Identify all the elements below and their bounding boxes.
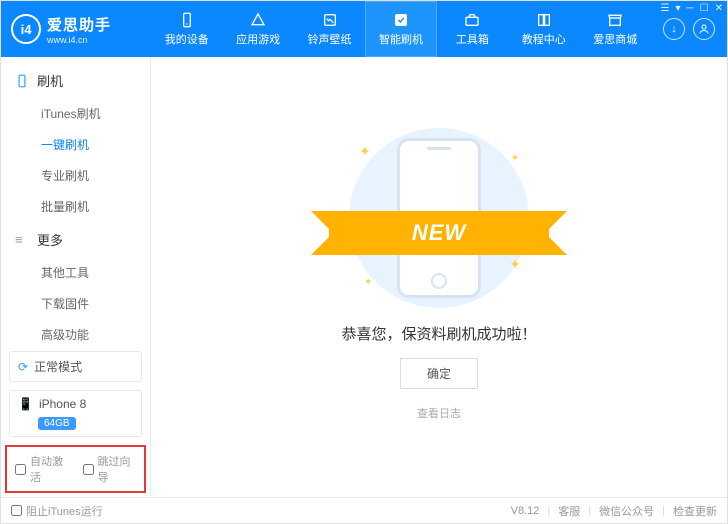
book-icon [535, 11, 553, 29]
auto-activate-checkbox[interactable]: 自动激活 [15, 453, 69, 485]
logo: i4 爱思助手 www.i4.cn [1, 1, 151, 57]
phone-icon [178, 11, 196, 29]
star-icon: ✦ [511, 153, 519, 164]
success-message: 恭喜您，保资料刷机成功啦！ [341, 323, 536, 344]
wechat-link[interactable]: 微信公众号 [599, 503, 654, 519]
more-icon: ≡ [15, 232, 31, 247]
flash-icon [392, 11, 410, 29]
nav-label: 铃声壁纸 [308, 31, 352, 47]
star-icon: ✦ [364, 277, 372, 288]
star-icon: ✦ [509, 256, 521, 273]
device-icon: 📱 [18, 397, 33, 411]
phone-icon [15, 74, 31, 88]
storage-badge: 64GB [38, 417, 76, 430]
new-ribbon: NEW [329, 211, 549, 255]
device-info[interactable]: 📱 iPhone 8 64GB [9, 390, 142, 437]
apps-icon [249, 11, 267, 29]
device-mode[interactable]: ⟳ 正常模式 [9, 351, 142, 382]
logo-badge: i4 [11, 14, 41, 44]
sidebar-section-flash: 刷机 [1, 63, 150, 98]
nav-store[interactable]: 爱思商城 [580, 1, 651, 57]
status-bar: 阻止iTunes运行 V8.12 | 客服 | 微信公众号 | 检查更新 [1, 497, 727, 523]
close-icon[interactable]: ✕ [715, 3, 723, 14]
logo-url: www.i4.cn [47, 35, 111, 45]
nav-apps[interactable]: 应用游戏 [222, 1, 293, 57]
nav-flash[interactable]: 智能刷机 [365, 1, 436, 57]
sidebar-item-itunes-flash[interactable]: iTunes刷机 [1, 98, 150, 129]
separator: | [547, 505, 550, 517]
sidebar-item-other-tools[interactable]: 其他工具 [1, 257, 150, 288]
toolbox-icon [463, 11, 481, 29]
app-header: i4 爱思助手 www.i4.cn 我的设备 应用游戏 铃声壁纸 智能刷机 [1, 1, 727, 57]
pin-icon[interactable]: ▾ [676, 3, 681, 14]
sidebar-item-download-firmware[interactable]: 下载固件 [1, 288, 150, 319]
sidebar-section-more: ≡ 更多 [1, 222, 150, 257]
wallpaper-icon [321, 11, 339, 29]
device-name: iPhone 8 [39, 397, 86, 411]
section-title: 更多 [37, 230, 63, 249]
sidebar-item-oneclick-flash[interactable]: 一键刷机 [1, 129, 150, 160]
update-link[interactable]: 检查更新 [673, 503, 717, 519]
skip-guide-checkbox[interactable]: 跳过向导 [83, 453, 137, 485]
nav-label: 应用游戏 [236, 31, 280, 47]
label: 跳过向导 [98, 453, 137, 485]
view-log-link[interactable]: 查看日志 [417, 405, 461, 421]
nav-label: 工具箱 [456, 31, 489, 47]
version-label: V8.12 [511, 505, 540, 517]
separator: | [662, 505, 665, 517]
refresh-icon: ⟳ [18, 360, 28, 374]
minimize-icon[interactable]: ─ [687, 3, 694, 14]
checkbox[interactable] [11, 505, 22, 516]
success-illustration: NEW ✦ ✦ ✦ ✦ [339, 123, 539, 313]
nav-tutorials[interactable]: 教程中心 [508, 1, 579, 57]
maximize-icon[interactable]: ☐ [700, 3, 709, 14]
nav-label: 智能刷机 [379, 31, 423, 47]
label: 阻止iTunes运行 [26, 503, 103, 519]
window-controls: ☰ ▾ ─ ☐ ✕ [661, 3, 723, 14]
main-content: NEW ✦ ✦ ✦ ✦ 恭喜您，保资料刷机成功啦！ 确定 查看日志 [151, 57, 727, 497]
checkbox[interactable] [83, 464, 94, 475]
nav-label: 爱思商城 [593, 31, 637, 47]
options-highlight: 自动激活 跳过向导 [5, 445, 146, 493]
star-icon: ✦ [359, 143, 371, 160]
nav-label: 我的设备 [165, 31, 209, 47]
nav-ringtones[interactable]: 铃声壁纸 [294, 1, 365, 57]
account-button[interactable] [693, 18, 715, 40]
sidebar: 刷机 iTunes刷机 一键刷机 专业刷机 批量刷机 ≡ 更多 其他工具 下载固… [1, 57, 151, 497]
logo-title: 爱思助手 [47, 14, 111, 35]
sidebar-item-advanced[interactable]: 高级功能 [1, 319, 150, 343]
nav-label: 教程中心 [522, 31, 566, 47]
nav-toolbox[interactable]: 工具箱 [437, 1, 508, 57]
top-nav: 我的设备 应用游戏 铃声壁纸 智能刷机 工具箱 教程中心 [151, 1, 651, 57]
section-title: 刷机 [37, 71, 63, 90]
download-button[interactable]: ↓ [663, 18, 685, 40]
mode-label: 正常模式 [34, 358, 82, 375]
sidebar-item-batch-flash[interactable]: 批量刷机 [1, 191, 150, 222]
support-link[interactable]: 客服 [558, 503, 580, 519]
sidebar-item-pro-flash[interactable]: 专业刷机 [1, 160, 150, 191]
nav-my-device[interactable]: 我的设备 [151, 1, 222, 57]
checkbox[interactable] [15, 464, 26, 475]
menu-icon[interactable]: ☰ [661, 3, 670, 14]
separator: | [588, 505, 591, 517]
label: 自动激活 [30, 453, 69, 485]
ok-button[interactable]: 确定 [400, 358, 478, 389]
block-itunes-checkbox[interactable]: 阻止iTunes运行 [11, 503, 103, 519]
store-icon [606, 11, 624, 29]
